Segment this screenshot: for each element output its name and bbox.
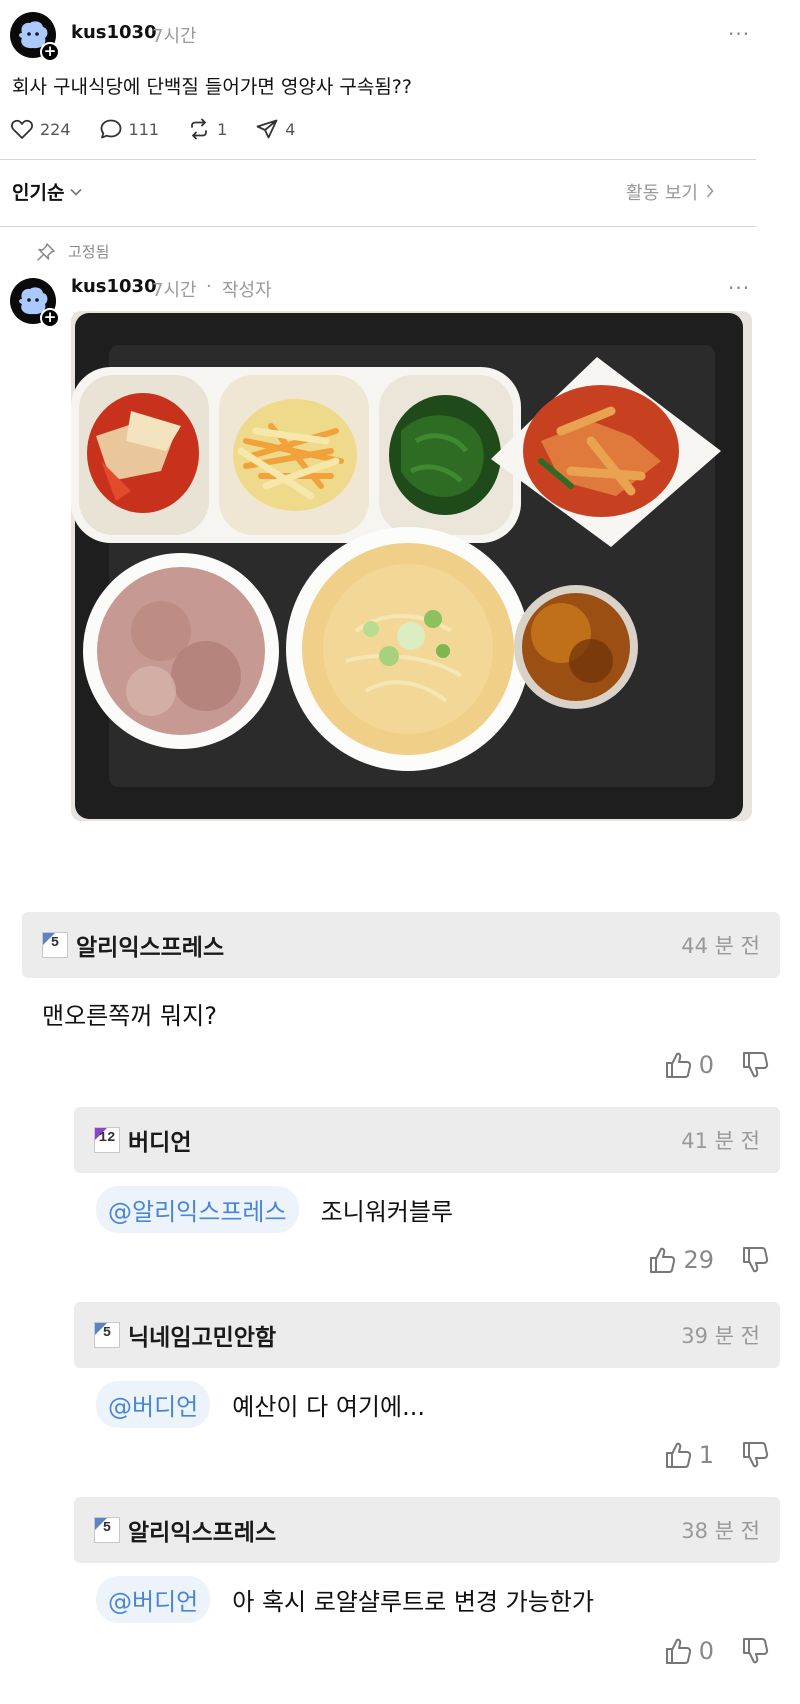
like-count: 224 [40,119,71,139]
comment-votes: 0 [663,1050,770,1080]
thumbs-down-icon[interactable] [740,1636,770,1666]
comment-button[interactable]: 111 [99,118,160,140]
comment-time: 41 분 전 [681,1129,760,1153]
comment-time: 38 분 전 [681,1519,760,1543]
post-text: 회사 구내식당에 단백질 들어가면 영양사 구속됨?? [12,76,412,98]
comment-time: 39 분 전 [681,1324,760,1348]
thumbs-down-icon[interactable] [740,1245,770,1275]
follow-plus-icon[interactable]: + [40,42,60,62]
thumbs-up-icon[interactable] [663,1440,693,1470]
meal-photo[interactable] [71,311,752,821]
send-icon [256,119,278,139]
repost-button[interactable]: 1 [187,118,227,140]
comment-votes: 0 [663,1636,770,1666]
comment-count: 111 [128,119,160,139]
reply-header[interactable]: 12 버디언 41 분 전 [74,1107,780,1173]
comment-body: 아 혹시 로얄샬루트로 변경 가능한가 [232,1588,594,1616]
chevron-right-icon [706,183,714,202]
pinned-label: 고정됨 [68,243,110,261]
comment-text: 맨오른쪽꺼 뭐지? [42,996,217,1031]
meal-tray-image [71,311,752,821]
post-username[interactable]: kus1030 [71,22,157,43]
reply-header[interactable]: 5 알리익스프레스 38 분 전 [74,1497,780,1563]
vote-count: 29 [683,1246,714,1274]
reply-more-button[interactable]: ··· [728,276,750,300]
comment-text: @버디언 예산이 다 여기에... [96,1381,425,1428]
post-time: 7시간 [152,26,197,47]
repost-icon [191,118,207,140]
level-badge: 5 [94,1322,120,1348]
mention-chip[interactable]: @알리익스프레스 [96,1186,299,1233]
reply-header[interactable]: 5 닉네임고민안함 39 분 전 [74,1302,780,1368]
comment-author[interactable]: 알리익스프레스 [128,1513,276,1547]
sort-dropdown[interactable]: 인기순 [12,178,83,205]
thumbs-up-icon[interactable] [663,1636,693,1666]
mention-chip[interactable]: @버디언 [96,1576,211,1623]
sort-label: 인기순 [12,182,65,204]
level-badge: 5 [42,932,68,958]
like-button[interactable]: 224 [10,118,71,140]
comment-header[interactable]: 5 알리익스프레스 44 분 전 [22,912,780,978]
level-badge: 12 [94,1127,120,1153]
share-button[interactable]: 4 [255,118,295,140]
activity-view-link[interactable]: 활동 보기 [626,179,714,205]
speech-bubble-icon [100,119,121,139]
comment-time: 44 분 전 [681,934,760,958]
comment-text: @알리익스프레스 조니워커블루 [96,1186,453,1233]
reply-username[interactable]: kus1030 [71,276,157,297]
comment-author[interactable]: 닉네임고민안함 [128,1318,276,1352]
level-badge: 5 [94,1517,120,1543]
reply-avatar[interactable]: + [10,278,60,328]
activity-label: 활동 보기 [626,183,698,204]
comment-author[interactable]: 버디언 [128,1123,191,1157]
comment-body: 예산이 다 여기에... [232,1393,425,1421]
thumbs-down-icon[interactable] [740,1440,770,1470]
divider [0,159,756,160]
vote-count: 1 [698,1441,714,1469]
repost-count: 1 [217,119,228,139]
comment-body: 맨오른쪽꺼 뭐지? [42,1002,217,1030]
follow-plus-icon[interactable]: + [40,308,60,328]
comment-body: 조니워커블루 [320,1198,454,1226]
comment-votes: 29 [647,1245,770,1275]
comment-author[interactable]: 알리익스프레스 [76,928,224,962]
pin-icon [37,242,55,261]
share-count: 4 [285,119,296,139]
vote-count: 0 [698,1051,714,1079]
chevron-down-icon [70,184,83,200]
avatar[interactable]: + [10,12,60,62]
thumbs-up-icon[interactable] [647,1245,677,1275]
thumbs-down-icon[interactable] [740,1050,770,1080]
vote-count: 0 [698,1637,714,1665]
heart-icon [11,119,33,139]
reply-role: 작성자 [222,280,272,301]
pinned-indicator: 고정됨 [36,241,109,262]
post-actions: 224 111 1 4 [10,118,323,140]
thumbs-up-icon[interactable] [663,1050,693,1080]
post-more-button[interactable]: ··· [728,22,750,46]
comment-text: @버디언 아 혹시 로얄샬루트로 변경 가능한가 [96,1576,594,1623]
reply-time: 7시간 [152,280,197,301]
divider [0,226,756,227]
mention-chip[interactable]: @버디언 [96,1381,211,1428]
comment-votes: 1 [663,1440,770,1470]
reply-separator: · [206,276,212,297]
